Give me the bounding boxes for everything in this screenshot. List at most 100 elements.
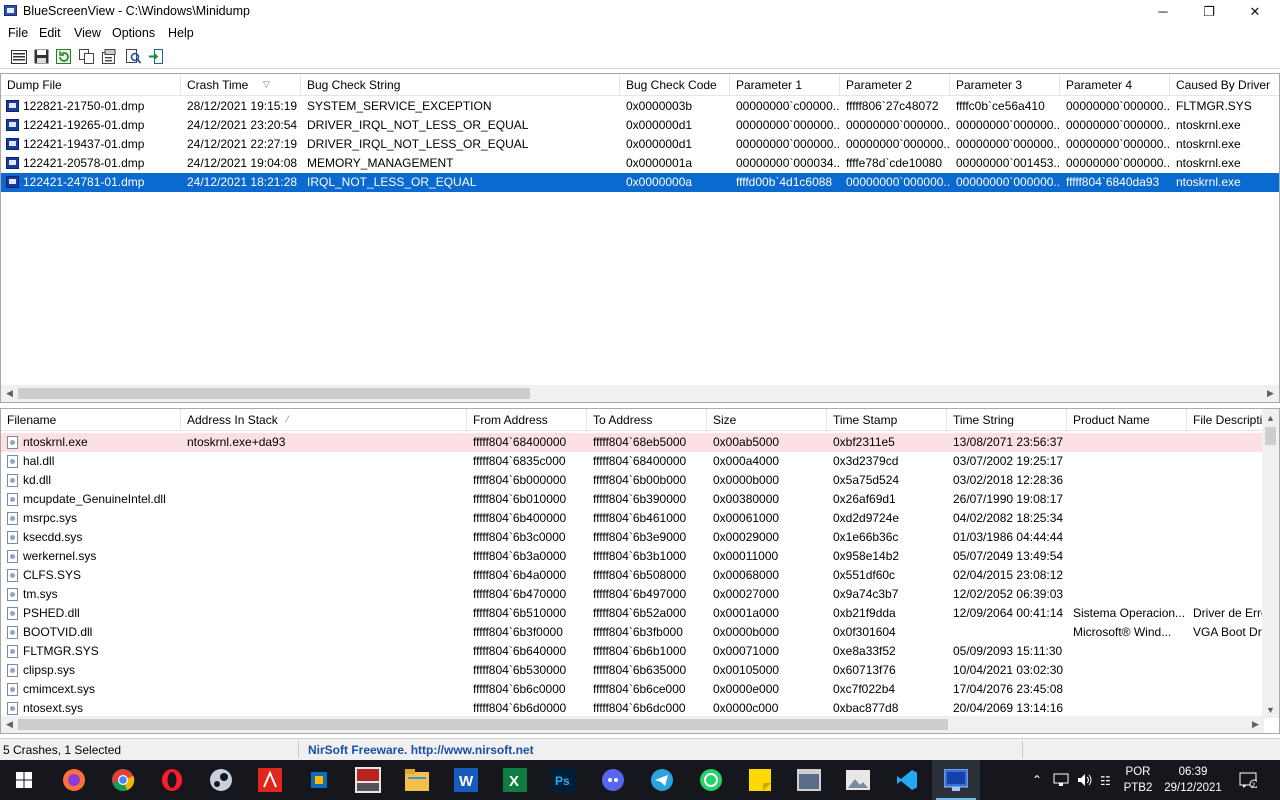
driver-row[interactable]: PSHED.dll fffff804`6b510000 fffff804`6b52a… [1, 604, 1264, 623]
driver-row[interactable]: BOOTVID.dll fffff804`6b3f0000 fffff804`6b3… [1, 623, 1264, 642]
crash-row-selected[interactable]: 122421-24781-01.dmp 24/12/2021 18:21:28 … [1, 173, 1279, 192]
col-bug-check-string[interactable]: Bug Check String [301, 74, 620, 96]
menu-view[interactable]: View [74, 26, 101, 40]
photos-icon[interactable] [834, 760, 882, 800]
scroll-left-icon[interactable]: ◀ [1, 385, 18, 402]
menu-options[interactable]: Options [112, 26, 155, 40]
col-file-description[interactable]: File Descripti [1187, 409, 1264, 431]
maximize-button[interactable]: ❐ [1186, 0, 1232, 23]
scroll-right-icon[interactable]: ▶ [1262, 385, 1279, 402]
opera-icon[interactable] [148, 760, 196, 800]
cell-from-address: fffff804`68400000 [473, 435, 567, 449]
scroll-up-icon[interactable]: ▲ [1262, 409, 1279, 426]
col-size[interactable]: Size [707, 409, 827, 431]
menu-edit[interactable]: Edit [39, 26, 61, 40]
word-icon[interactable]: W [442, 760, 490, 800]
scroll-thumb[interactable] [18, 388, 530, 399]
firefox-icon[interactable] [50, 760, 98, 800]
col-to-address[interactable]: To Address [587, 409, 707, 431]
col-time-string[interactable]: Time String [947, 409, 1067, 431]
photoshop-icon[interactable]: Ps [540, 760, 588, 800]
chevron-up-icon[interactable]: ⌃ [1030, 760, 1044, 800]
ime-icon[interactable]: ☷ [1098, 760, 1118, 800]
excel-icon[interactable]: X [491, 760, 539, 800]
discord-icon[interactable] [589, 760, 637, 800]
driver-row[interactable]: ntoskrnl.exe ntoskrnl.exe+da93 fffff804`68… [1, 433, 1264, 452]
col-filename[interactable]: Filename [1, 409, 181, 431]
col-parameter-1[interactable]: Parameter 1 [730, 74, 840, 96]
driver-row[interactable]: tm.sys fffff804`6b470000 fffff804`6b497000… [1, 585, 1264, 604]
driver-row[interactable]: FLTMGR.SYS fffff804`6b640000 fffff804`6b6b… [1, 642, 1264, 661]
menu-file[interactable]: File [8, 26, 28, 40]
driver-row[interactable]: cmimcext.sys fffff804`6b6c0000 fffff804`6b… [1, 680, 1264, 699]
bluescreenview-icon[interactable] [932, 760, 980, 800]
col-parameter-2[interactable]: Parameter 2 [840, 74, 950, 96]
crash-row[interactable]: 122421-19265-01.dmp 24/12/2021 23:20:54 … [1, 116, 1279, 135]
col-parameter-3[interactable]: Parameter 3 [950, 74, 1060, 96]
cell-caused-by-driver: ntoskrnl.exe [1176, 156, 1241, 170]
cell-dump-file: 122421-24781-01.dmp [23, 175, 145, 189]
app-blue-icon[interactable] [295, 760, 343, 800]
col-crash-time[interactable]: Crash Time [181, 74, 301, 96]
crash-list-hscrollbar[interactable]: ◀ ▶ [1, 385, 1279, 402]
crash-row[interactable]: 122421-20578-01.dmp 24/12/2021 19:04:08 … [1, 154, 1279, 173]
adobe-acrobat-icon[interactable] [246, 760, 294, 800]
col-product-name[interactable]: Product Name [1067, 409, 1187, 431]
nirsoft-link[interactable]: NirSoft Freeware. http://www.nirsoft.net [308, 743, 534, 757]
chrome-icon[interactable] [99, 760, 147, 800]
whatsapp-icon[interactable] [687, 760, 735, 800]
close-button[interactable]: ✕ [1232, 0, 1278, 23]
language-indicator[interactable]: POR PTB2 [1120, 764, 1156, 796]
scroll-right-icon[interactable]: ▶ [1247, 716, 1264, 733]
cell-filename: ntoskrnl.exe [23, 435, 88, 449]
network-icon[interactable] [1052, 760, 1070, 800]
save-icon[interactable] [32, 47, 51, 66]
find-icon[interactable] [124, 47, 143, 66]
scroll-thumb[interactable] [18, 719, 948, 730]
properties-icon[interactable] [100, 47, 119, 66]
col-time-stamp[interactable]: Time Stamp [827, 409, 947, 431]
copy-icon[interactable] [77, 47, 96, 66]
crash-row[interactable]: 122821-21750-01.dmp 28/12/2021 19:15:19 … [1, 97, 1279, 116]
crash-row[interactable]: 122421-19437-01.dmp 24/12/2021 22:27:19 … [1, 135, 1279, 154]
sticky-notes-icon[interactable] [736, 760, 784, 800]
scroll-left-icon[interactable]: ◀ [1, 716, 18, 733]
refresh-icon[interactable] [54, 47, 73, 66]
bim-sight-icon[interactable] [344, 760, 392, 800]
col-address-in-stack[interactable]: Address In Stack [181, 409, 467, 431]
windows-start-icon[interactable] [0, 760, 48, 800]
telegram-icon[interactable] [638, 760, 686, 800]
file-explorer-icon[interactable] [393, 760, 441, 800]
scroll-down-icon[interactable]: ▼ [1262, 701, 1279, 718]
crash-list[interactable]: Dump File Crash Time ▽ Bug Check String … [0, 73, 1280, 403]
driver-list[interactable]: Filename Address In Stack ⁄ From Address… [0, 408, 1280, 734]
clock[interactable]: 06:39 29/12/2021 [1160, 764, 1226, 796]
col-caused-by-driver[interactable]: Caused By Driver [1170, 74, 1279, 96]
menu-help[interactable]: Help [168, 26, 194, 40]
driver-row[interactable]: ksecdd.sys fffff804`6b3c0000 fffff804`6b3e… [1, 528, 1264, 547]
steam-icon[interactable] [197, 760, 245, 800]
scroll-thumb[interactable] [1265, 427, 1276, 445]
driver-row[interactable]: hal.dll fffff804`6835c000 fffff804`6840000… [1, 452, 1264, 471]
driver-list-vscrollbar[interactable]: ▲ ▼ [1262, 409, 1279, 718]
driver-row[interactable]: kd.dll fffff804`6b000000 fffff804`6b00b000… [1, 471, 1264, 490]
col-bug-check-code[interactable]: Bug Check Code [620, 74, 730, 96]
col-parameter-4[interactable]: Parameter 4 [1060, 74, 1170, 96]
cell-time-stamp: 0x0f301604 [833, 625, 896, 639]
vscode-icon[interactable] [883, 760, 931, 800]
driver-row[interactable]: werkernel.sys fffff804`6b3a0000 fffff804`6… [1, 547, 1264, 566]
driver-row[interactable]: msrpc.sys fffff804`6b400000 fffff804`6b461… [1, 509, 1264, 528]
volume-icon[interactable] [1076, 760, 1094, 800]
col-dump-file[interactable]: Dump File [1, 74, 181, 96]
driver-row[interactable]: mcupdate_GenuineIntel.dll fffff804`6b0100… [1, 490, 1264, 509]
exit-icon[interactable] [146, 47, 165, 66]
minimize-button[interactable]: ─ [1140, 0, 1186, 23]
driver-list-hscrollbar[interactable]: ◀ ▶ [1, 716, 1264, 733]
cell-product-name [1067, 490, 1187, 509]
col-from-address[interactable]: From Address [467, 409, 587, 431]
notifications-icon[interactable]: 2 [1232, 760, 1264, 800]
app-window-icon[interactable] [785, 760, 833, 800]
driver-row[interactable]: clipsp.sys fffff804`6b530000 fffff804`6b63… [1, 661, 1264, 680]
html-report-icon[interactable] [9, 47, 28, 66]
driver-row[interactable]: CLFS.SYS fffff804`6b4a0000 fffff804`6b5080… [1, 566, 1264, 585]
